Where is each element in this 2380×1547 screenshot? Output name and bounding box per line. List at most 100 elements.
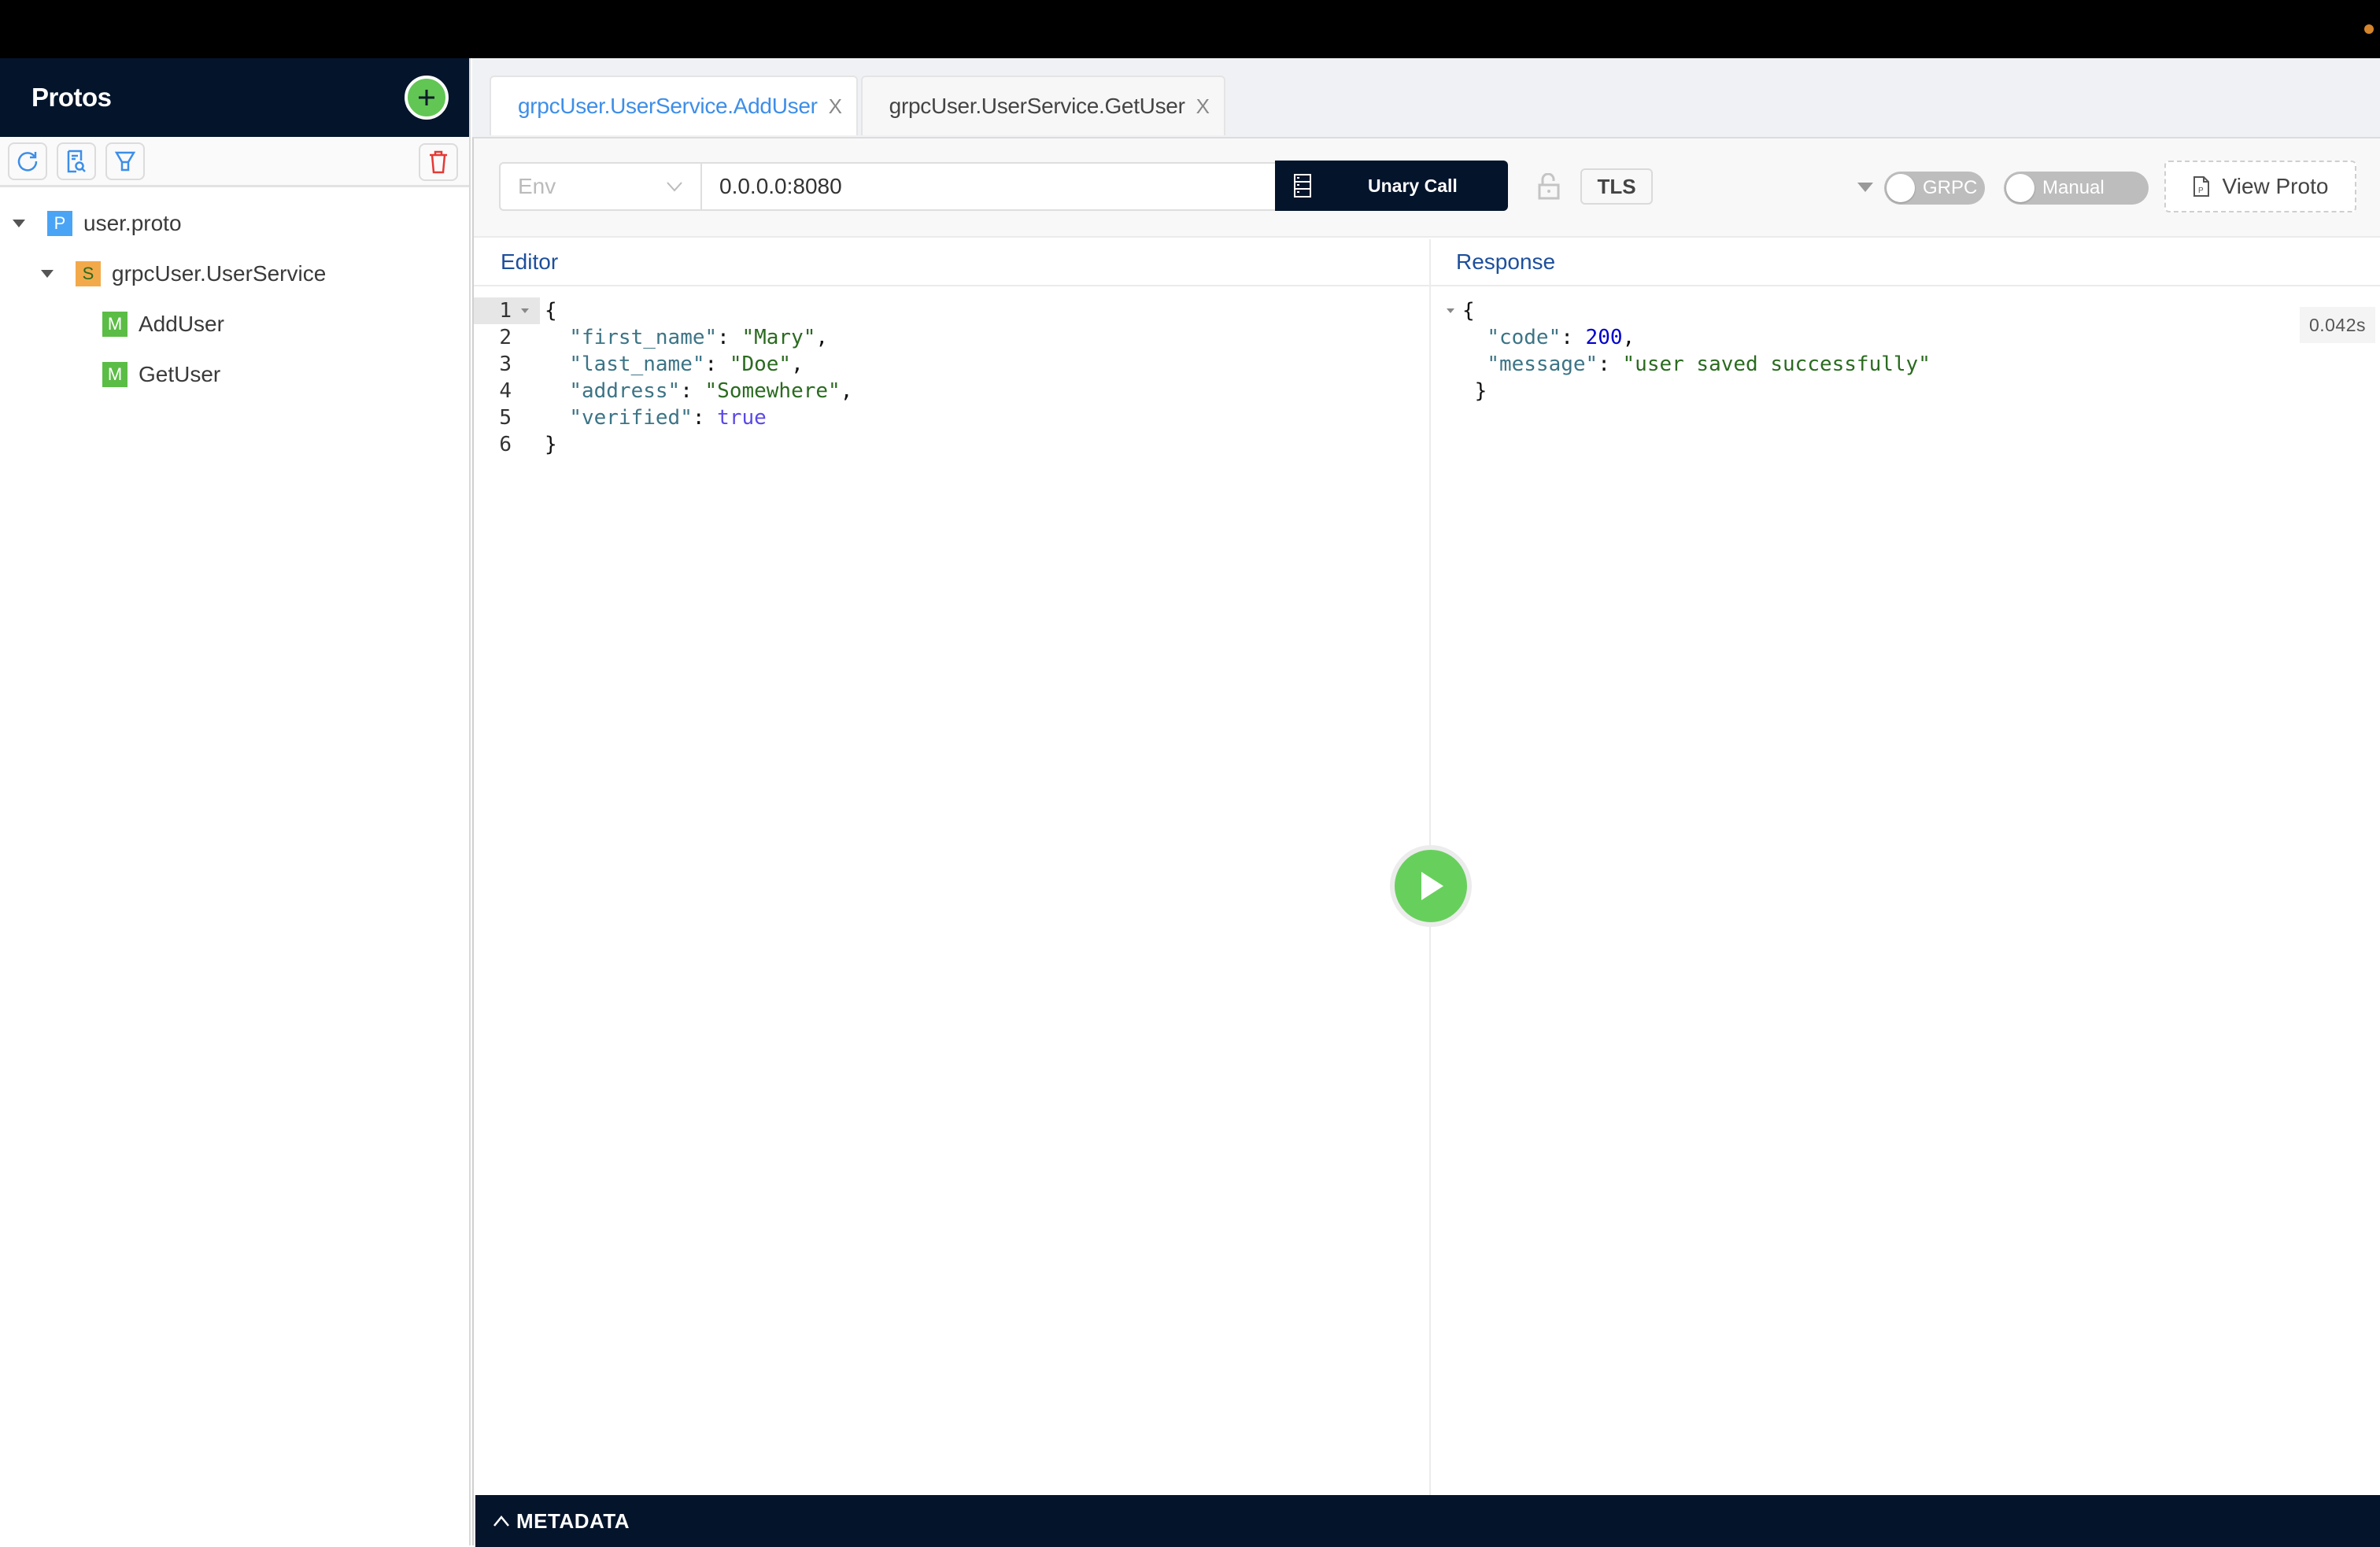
json-value: 200 bbox=[1585, 326, 1623, 349]
code-line: "address": "Somewhere", bbox=[569, 379, 853, 403]
unlock-icon bbox=[1538, 172, 1560, 200]
request-workspace: Env Unary Call TLS GRPC Manual bbox=[472, 137, 2380, 1547]
proto-badge: P bbox=[47, 211, 72, 236]
json-value: "Doe" bbox=[729, 353, 792, 376]
tls-button[interactable]: TLS bbox=[1580, 168, 1653, 205]
code-line: "verified": true bbox=[569, 406, 767, 430]
tree-item-label: user.proto bbox=[83, 211, 182, 235]
search-protos-button[interactable] bbox=[57, 142, 96, 180]
window-titlebar bbox=[0, 0, 2380, 58]
sidebar-header: Protos bbox=[0, 58, 469, 137]
close-icon[interactable]: X bbox=[1196, 94, 1210, 119]
tls-lock-button[interactable] bbox=[1538, 172, 1560, 204]
line-number: 2 bbox=[499, 326, 512, 349]
file-search-icon bbox=[67, 150, 86, 172]
svg-text:P: P bbox=[2198, 186, 2204, 195]
json-key: "code" bbox=[1487, 326, 1561, 349]
caret-down-icon[interactable] bbox=[13, 220, 25, 227]
line-number: 6 bbox=[499, 433, 512, 456]
tab-get-user[interactable]: grpcUser.UserService.GetUser X bbox=[860, 76, 1225, 135]
proto-tree: P user.proto S grpcUser.UserService M Ad… bbox=[0, 187, 469, 400]
proto-file-icon: P bbox=[2193, 176, 2209, 197]
call-type-button[interactable]: Unary Call bbox=[1275, 161, 1508, 211]
delete-all-button[interactable] bbox=[419, 143, 458, 181]
tree-item-label: grpcUser.UserService bbox=[112, 261, 327, 286]
response-title: Response bbox=[1431, 239, 2380, 286]
tree-item-proto[interactable]: P user.proto bbox=[0, 198, 469, 249]
code-line: { bbox=[545, 299, 557, 323]
tree-item-label: GetUser bbox=[139, 362, 221, 386]
chevron-up-icon bbox=[493, 1516, 509, 1527]
sidebar-title: Protos bbox=[31, 83, 112, 112]
delete-icon bbox=[430, 150, 447, 174]
editor-title: Editor bbox=[474, 239, 1429, 286]
sidebar-toolbar bbox=[0, 137, 469, 187]
response-time: 0.042s bbox=[2299, 307, 2375, 343]
metadata-panel-toggle[interactable]: METADATA bbox=[475, 1495, 2380, 1547]
filter-icon bbox=[114, 151, 136, 171]
status-dot bbox=[2364, 24, 2374, 34]
tab-add-user[interactable]: grpcUser.UserService.AddUser X bbox=[490, 76, 858, 135]
add-proto-button[interactable] bbox=[405, 76, 449, 120]
line-number: 3 bbox=[499, 353, 512, 376]
grpc-toggle-label: GRPC bbox=[1923, 177, 1978, 198]
env-select[interactable]: Env bbox=[499, 162, 700, 211]
toggle-knob bbox=[1887, 174, 1915, 202]
env-placeholder: Env bbox=[518, 174, 556, 198]
play-icon bbox=[1421, 872, 1443, 900]
tab-label: grpcUser.UserService.GetUser bbox=[889, 94, 1185, 118]
close-icon[interactable]: X bbox=[829, 94, 842, 119]
code-line: } bbox=[545, 433, 557, 456]
line-number: 4 bbox=[499, 379, 512, 403]
json-value: "Somewhere" bbox=[704, 379, 841, 403]
response-lines: { "code": 200, "message": "user saved su… bbox=[1462, 297, 1931, 404]
json-key: "verified" bbox=[569, 406, 693, 430]
json-value: true bbox=[717, 406, 767, 430]
server-icon bbox=[1294, 174, 1311, 198]
grpc-toggle[interactable]: GRPC bbox=[1884, 172, 1985, 205]
reload-button[interactable] bbox=[8, 142, 47, 180]
code-line: "first_name": "Mary", bbox=[569, 326, 829, 349]
code-line: } bbox=[1462, 379, 1488, 403]
line-gutter: 12 3 4 5 6 bbox=[474, 297, 540, 458]
reload-icon bbox=[17, 151, 38, 172]
manual-toggle-label: Manual bbox=[2042, 177, 2105, 198]
plus-icon bbox=[419, 90, 434, 105]
caret-down-icon[interactable] bbox=[41, 270, 54, 278]
editor-lines[interactable]: { "first_name": "Mary", "last_name": "Do… bbox=[545, 297, 852, 458]
json-value: "Mary" bbox=[741, 326, 816, 349]
tab-bar: grpcUser.UserService.AddUser X grpcUser.… bbox=[490, 76, 1225, 135]
view-proto-label: View Proto bbox=[2222, 174, 2329, 198]
toggle-knob bbox=[2006, 174, 2034, 202]
method-badge: M bbox=[102, 312, 128, 337]
request-bar: Env Unary Call TLS GRPC Manual bbox=[474, 138, 2380, 238]
tree-item-label: AddUser bbox=[139, 312, 224, 336]
fold-caret-icon[interactable] bbox=[1447, 308, 1454, 313]
filter-button[interactable] bbox=[105, 142, 145, 180]
view-proto-button[interactable]: P View Proto bbox=[2164, 161, 2356, 212]
call-type-label: Unary Call bbox=[1368, 175, 1458, 196]
tree-item-method[interactable]: M GetUser bbox=[0, 349, 469, 400]
json-key: "first_name" bbox=[569, 326, 718, 349]
code-line: "last_name": "Doe", bbox=[569, 353, 804, 376]
json-key: "message" bbox=[1487, 353, 1598, 376]
caret-down-icon[interactable] bbox=[1857, 183, 1873, 192]
url-input[interactable] bbox=[719, 174, 1258, 199]
fold-caret-icon[interactable] bbox=[521, 308, 529, 313]
metadata-label: METADATA bbox=[516, 1508, 630, 1533]
manual-toggle[interactable]: Manual bbox=[2004, 172, 2149, 205]
line-number: 5 bbox=[499, 406, 512, 430]
code-line: { bbox=[1462, 299, 1475, 323]
method-badge: M bbox=[102, 362, 128, 387]
tree-item-method[interactable]: M AddUser bbox=[0, 299, 469, 349]
main-area: grpcUser.UserService.AddUser X grpcUser.… bbox=[472, 58, 2380, 1547]
tree-item-service[interactable]: S grpcUser.UserService bbox=[0, 249, 469, 299]
sidebar: Protos P user.proto S grpcUser.UserServi… bbox=[0, 58, 471, 1545]
chevron-down-icon bbox=[667, 182, 682, 192]
code-line: "message": "user saved successfully" bbox=[1487, 353, 1931, 376]
service-badge: S bbox=[76, 261, 101, 286]
code-line: "code": 200, bbox=[1487, 326, 1635, 349]
url-field[interactable] bbox=[700, 162, 1277, 211]
run-request-button[interactable] bbox=[1390, 845, 1472, 927]
json-key: "address" bbox=[569, 379, 681, 403]
